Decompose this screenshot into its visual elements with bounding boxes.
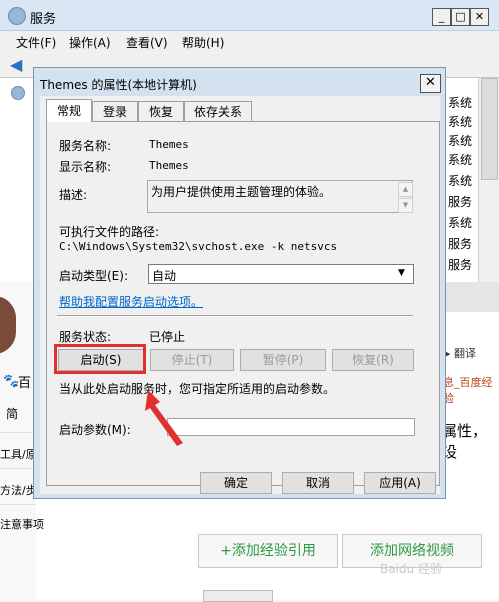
divider bbox=[0, 468, 36, 469]
description-text: 为用户提供使用主题管理的体验。 bbox=[151, 185, 332, 199]
nav-method[interactable]: 方法/步 bbox=[0, 482, 37, 498]
cancel-button[interactable]: 取消 bbox=[282, 472, 354, 494]
list-item[interactable]: 服务 bbox=[448, 193, 472, 210]
startup-type-value: 自动 bbox=[152, 269, 177, 283]
scroll-up-icon[interactable]: ▲ bbox=[398, 182, 413, 197]
list-item[interactable]: 系统 bbox=[448, 94, 472, 111]
exe-path-value: C:\Windows\System32\svchost.exe -k netsv… bbox=[59, 240, 338, 253]
startup-type-label: 启动类型(E): bbox=[59, 269, 128, 283]
tab-general[interactable]: 常规 bbox=[46, 99, 92, 122]
thumbnail bbox=[203, 590, 273, 602]
display-name-label: 显示名称: bbox=[59, 160, 112, 174]
separator bbox=[57, 315, 413, 317]
dialog-close-button[interactable]: ✕ bbox=[420, 74, 441, 93]
list-item[interactable]: 系统 bbox=[448, 132, 472, 149]
help-link[interactable]: 帮助我配置服务启动选项。 bbox=[59, 293, 203, 310]
divider bbox=[0, 504, 36, 505]
start-params-input[interactable] bbox=[167, 418, 415, 436]
close-button[interactable]: ✕ bbox=[470, 8, 489, 26]
menu-view[interactable]: 查看(V) bbox=[126, 34, 168, 51]
nav-tools[interactable]: 工具/原 bbox=[0, 446, 37, 462]
baidu-paw-icon: 🐾 bbox=[3, 374, 20, 389]
services-node-icon bbox=[11, 86, 25, 100]
tab-logon[interactable]: 登录 bbox=[92, 101, 138, 121]
ok-button[interactable]: 确定 bbox=[200, 472, 272, 494]
menu-file[interactable]: 文件(F) bbox=[16, 34, 56, 51]
watermark: Baidu 经验 bbox=[380, 562, 442, 576]
stop-button[interactable]: 停止(T) bbox=[150, 349, 234, 371]
dialog-title: Themes 的属性(本地计算机) bbox=[40, 78, 197, 92]
service-name-label: 服务名称: bbox=[59, 139, 112, 153]
list-item[interactable]: 系统 bbox=[448, 214, 472, 231]
back-arrow-icon[interactable]: ◀ bbox=[10, 57, 22, 73]
service-status-value: 已停止 bbox=[149, 330, 186, 344]
tab-recovery[interactable]: 恢复 bbox=[138, 101, 184, 121]
tab-intro[interactable]: 简 bbox=[6, 405, 18, 422]
services-titlebar bbox=[0, 0, 499, 31]
list-item[interactable]: 系统 bbox=[448, 151, 472, 168]
pause-button[interactable]: 暂停(P) bbox=[240, 349, 326, 371]
highlight-box bbox=[54, 344, 146, 374]
services-title: 服务 bbox=[30, 12, 57, 27]
list-item[interactable]: 系统 bbox=[448, 172, 472, 189]
scrollbar-thumb[interactable] bbox=[481, 78, 498, 180]
resume-button[interactable]: 恢复(R) bbox=[332, 349, 414, 371]
list-item[interactable]: 系统 bbox=[448, 113, 472, 130]
add-reference-button[interactable]: +添加经验引用 bbox=[198, 534, 338, 568]
brand-text: 百 bbox=[18, 376, 32, 391]
tab-dependencies[interactable]: 依存关系 bbox=[184, 101, 252, 121]
divider bbox=[0, 432, 36, 433]
gear-icon bbox=[8, 7, 26, 25]
list-item[interactable]: 服务 bbox=[448, 256, 472, 273]
start-params-hint: 当从此处启动服务时，您可指定所适用的启动参数。 bbox=[59, 382, 336, 396]
tree-pane bbox=[0, 78, 37, 282]
exe-path-label: 可执行文件的路径: bbox=[59, 225, 160, 239]
menu-help[interactable]: 帮助(H) bbox=[182, 34, 224, 51]
startup-type-select[interactable] bbox=[148, 264, 414, 284]
list-item[interactable]: 服务 bbox=[448, 235, 472, 252]
page-header-strip bbox=[446, 282, 499, 312]
scroll-down-icon[interactable]: ▼ bbox=[398, 198, 413, 213]
start-params-label: 启动参数(M): bbox=[59, 423, 131, 437]
article-text: 属性，设 bbox=[442, 422, 488, 461]
description-label: 描述: bbox=[59, 188, 88, 202]
service-name-value: Themes bbox=[149, 138, 189, 151]
translate-link[interactable]: ▶ 翻译 bbox=[442, 345, 476, 361]
nav-notes[interactable]: 注意事项 bbox=[0, 516, 44, 532]
maximize-button[interactable]: □ bbox=[451, 8, 470, 26]
display-name-value: Themes bbox=[149, 159, 189, 172]
annotation-arrow-icon bbox=[145, 390, 183, 446]
apply-button[interactable]: 应用(A) bbox=[364, 472, 436, 494]
chevron-down-icon[interactable]: ▼ bbox=[398, 268, 405, 278]
page-link[interactable]: 息_百度经验 bbox=[443, 374, 499, 406]
service-status-label: 服务状态: bbox=[59, 330, 112, 344]
minimize-button[interactable]: _ bbox=[432, 8, 451, 26]
menu-action[interactable]: 操作(A) bbox=[69, 34, 111, 51]
